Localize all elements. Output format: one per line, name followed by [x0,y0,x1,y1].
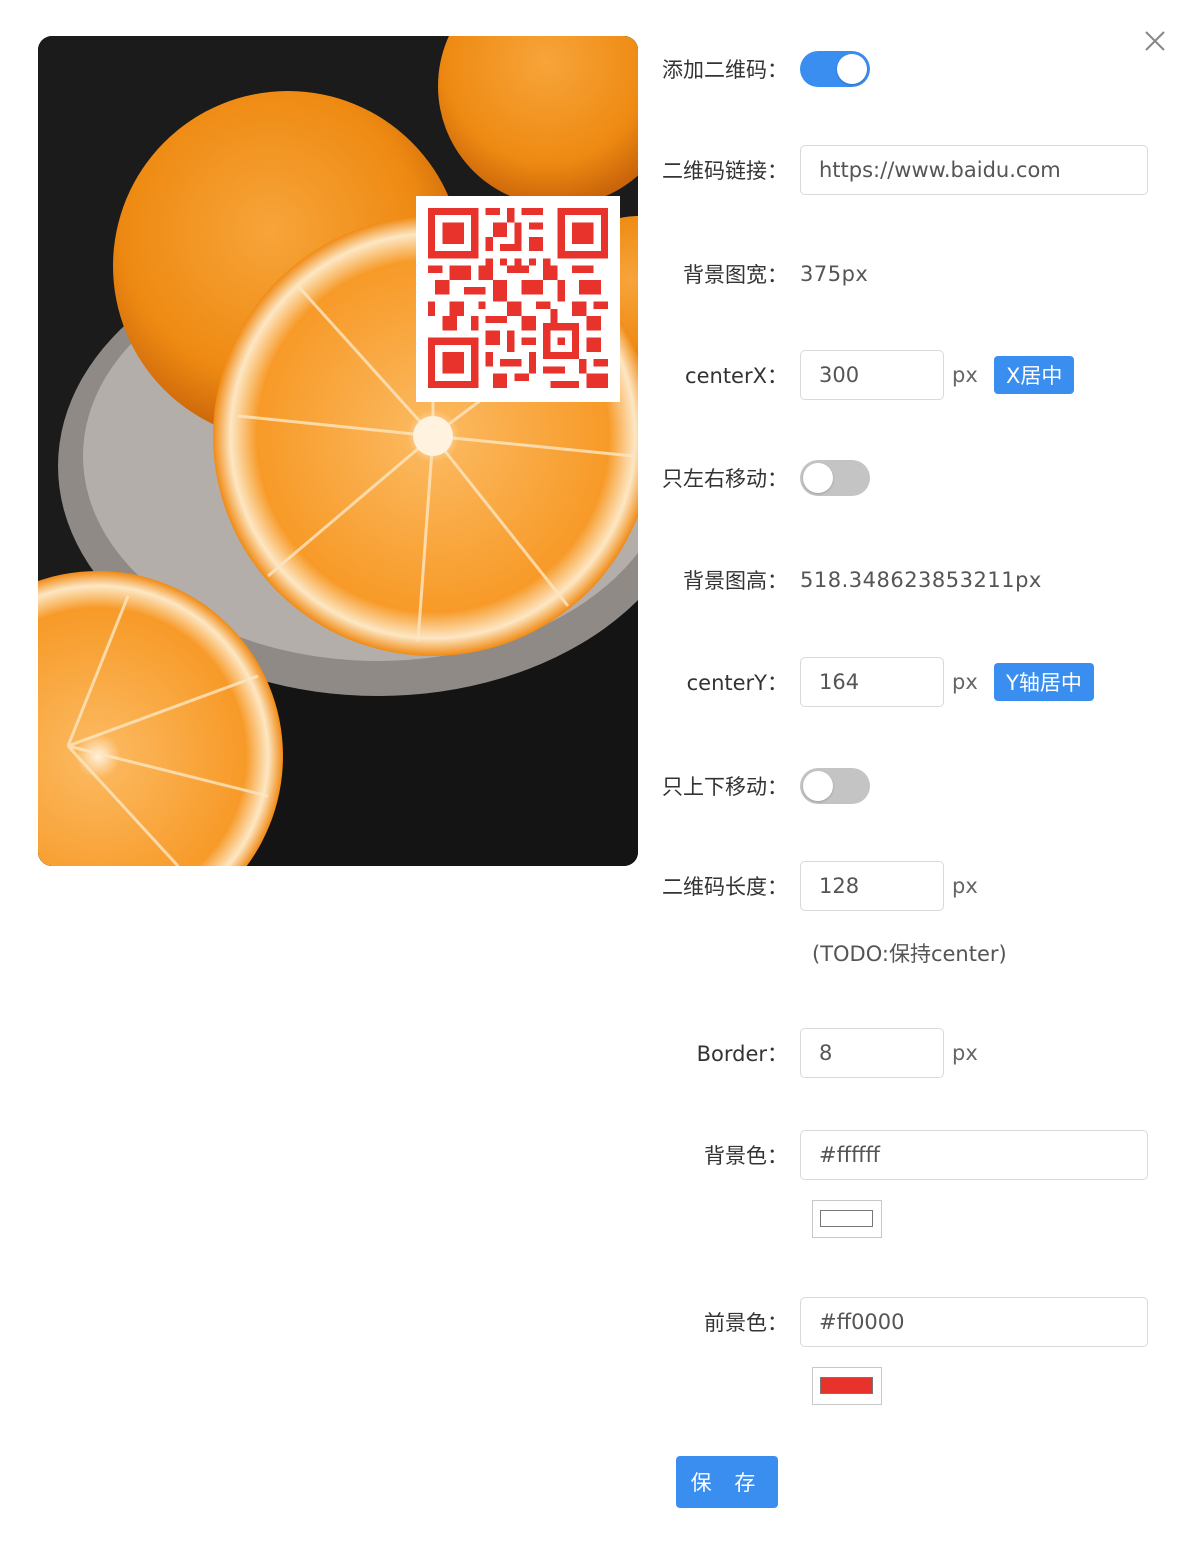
bg-width-label: 背景图宽： [683,263,788,287]
orange-background-image [38,36,638,866]
border-row: Border： 8 px [600,1027,986,1079]
bg-width-row: 背景图宽： 375px [600,248,868,300]
center-y-row: centerY： 164 px Y轴居中 [600,656,1094,708]
bg-color-swatch[interactable] [812,1200,882,1238]
bg-height-row: 背景图高： 518.348623853211px [600,554,1042,606]
bg-color-row: 背景色： #ffffff [600,1129,1148,1181]
add-qr-switch[interactable] [800,51,870,87]
center-y-input[interactable]: 164 [800,657,944,707]
center-x-input[interactable]: 300 [800,350,944,400]
qr-size-row: 二维码长度： 128 px [600,860,986,912]
bg-color-swatch-fill [820,1210,873,1227]
only-horizontal-label: 只左右移动： [662,467,788,491]
only-horizontal-switch[interactable] [800,460,870,496]
qr-size-input[interactable]: 128 [800,861,944,911]
border-unit: px [952,1041,978,1065]
bg-color-input[interactable]: #ffffff [800,1130,1148,1180]
switch-knob [803,463,833,493]
poster-preview [38,36,638,866]
bg-height-label: 背景图高： [683,569,788,593]
only-vertical-label: 只上下移动： [662,775,788,799]
qr-size-unit: px [952,874,978,898]
only-vertical-row: 只上下移动： [600,760,870,812]
qr-size-note: (TODO:保持center) [812,942,1007,966]
fg-color-row: 前景色： #ff0000 [600,1296,1148,1348]
qr-size-label: 二维码长度： [662,875,788,899]
fg-color-swatch-fill [820,1377,873,1394]
qr-link-row: 二维码链接： https://www.baidu.com [600,144,1148,196]
center-x-label: centerX： [685,364,788,388]
center-x-button[interactable]: X居中 [994,356,1075,394]
qr-code[interactable] [416,196,620,402]
add-qr-label: 添加二维码： [662,58,788,82]
center-y-unit: px [952,670,978,694]
border-input[interactable]: 8 [800,1028,944,1078]
fg-color-swatch[interactable] [812,1367,882,1405]
center-x-unit: px [952,363,978,387]
save-button[interactable]: 保 存 [676,1456,778,1508]
bg-height-value: 518.348623853211px [800,568,1042,592]
qr-code-pattern [428,208,608,388]
only-vertical-switch[interactable] [800,768,870,804]
qr-link-label: 二维码链接： [662,159,788,183]
qr-link-input[interactable]: https://www.baidu.com [800,145,1148,195]
switch-knob [803,771,833,801]
center-y-button[interactable]: Y轴居中 [994,663,1094,701]
bg-width-value: 375px [800,262,869,286]
border-label: Border： [696,1042,788,1066]
qr-settings-dialog: 添加二维码： 二维码链接： https://www.baidu.com 背景图宽… [0,0,1202,1544]
only-horizontal-row: 只左右移动： [600,452,870,504]
close-icon[interactable] [1140,26,1170,56]
switch-knob [837,54,867,84]
center-y-label: centerY： [686,671,788,695]
fg-color-label: 前景色： [704,1311,788,1335]
add-qr-row: 添加二维码： [600,43,870,95]
center-x-row: centerX： 300 px X居中 [600,349,1075,401]
bg-color-label: 背景色： [704,1144,788,1168]
fg-color-input[interactable]: #ff0000 [800,1297,1148,1347]
